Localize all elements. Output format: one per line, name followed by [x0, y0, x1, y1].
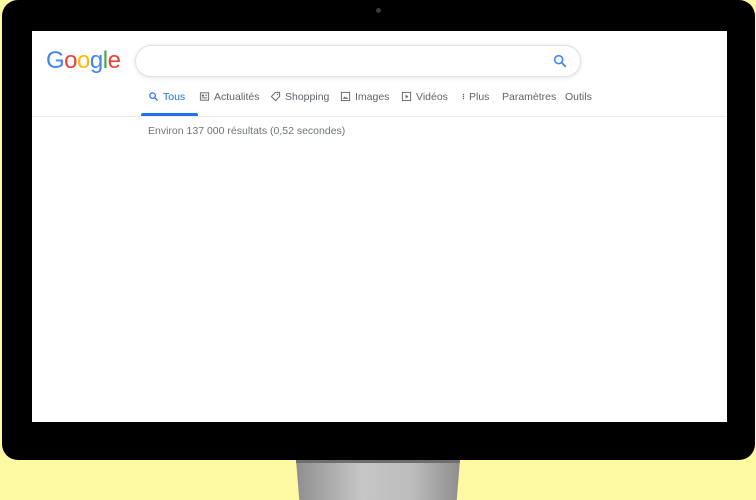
- logo-letter: e: [107, 47, 121, 74]
- webcam: [376, 8, 381, 13]
- logo-letter: o: [77, 47, 90, 74]
- monitor-stand: [296, 460, 460, 500]
- tab-shopping[interactable]: Shopping: [270, 89, 329, 116]
- search-icon: [149, 92, 158, 101]
- tag-icon: [270, 91, 281, 102]
- tab-label: Outils: [565, 91, 592, 103]
- tab-settings[interactable]: Paramètres: [502, 89, 556, 116]
- tab-news[interactable]: Actualités: [199, 89, 260, 116]
- news-icon: [199, 92, 210, 101]
- tabs-divider: [32, 116, 727, 117]
- search-input[interactable]: [150, 51, 534, 73]
- tab-all[interactable]: Tous: [141, 89, 198, 116]
- tab-label: Tous: [163, 91, 186, 103]
- tab-tools[interactable]: Outils: [565, 89, 592, 116]
- logo-letter: g: [89, 47, 103, 74]
- more-vertical-icon: [462, 93, 465, 100]
- tab-images[interactable]: Images: [340, 89, 389, 116]
- google-logo[interactable]: Google: [46, 47, 121, 75]
- tab-more[interactable]: Plus: [460, 89, 489, 116]
- browser-screen: Google Tous Actualités Shopping Images V…: [32, 31, 727, 422]
- search-icon[interactable]: [552, 53, 568, 69]
- search-bar[interactable]: [135, 45, 581, 77]
- tab-videos[interactable]: Vidéos: [401, 89, 448, 116]
- tab-label: Vidéos: [416, 91, 448, 103]
- tab-label: Actualités: [214, 91, 260, 103]
- tab-label: Plus: [469, 91, 490, 103]
- play-icon: [401, 91, 412, 102]
- tab-label: Paramètres: [502, 91, 557, 103]
- logo-letter: G: [46, 47, 65, 74]
- monitor-bezel: Google Tous Actualités Shopping Images V…: [2, 0, 755, 460]
- tab-label: Shopping: [285, 91, 330, 103]
- monitor-stand-neck: [296, 460, 460, 463]
- result-stats: Environ 137 000 résultats (0,52 secondes…: [148, 125, 346, 137]
- logo-letter: o: [64, 47, 78, 74]
- image-icon: [340, 91, 351, 102]
- tab-label: Images: [355, 91, 390, 103]
